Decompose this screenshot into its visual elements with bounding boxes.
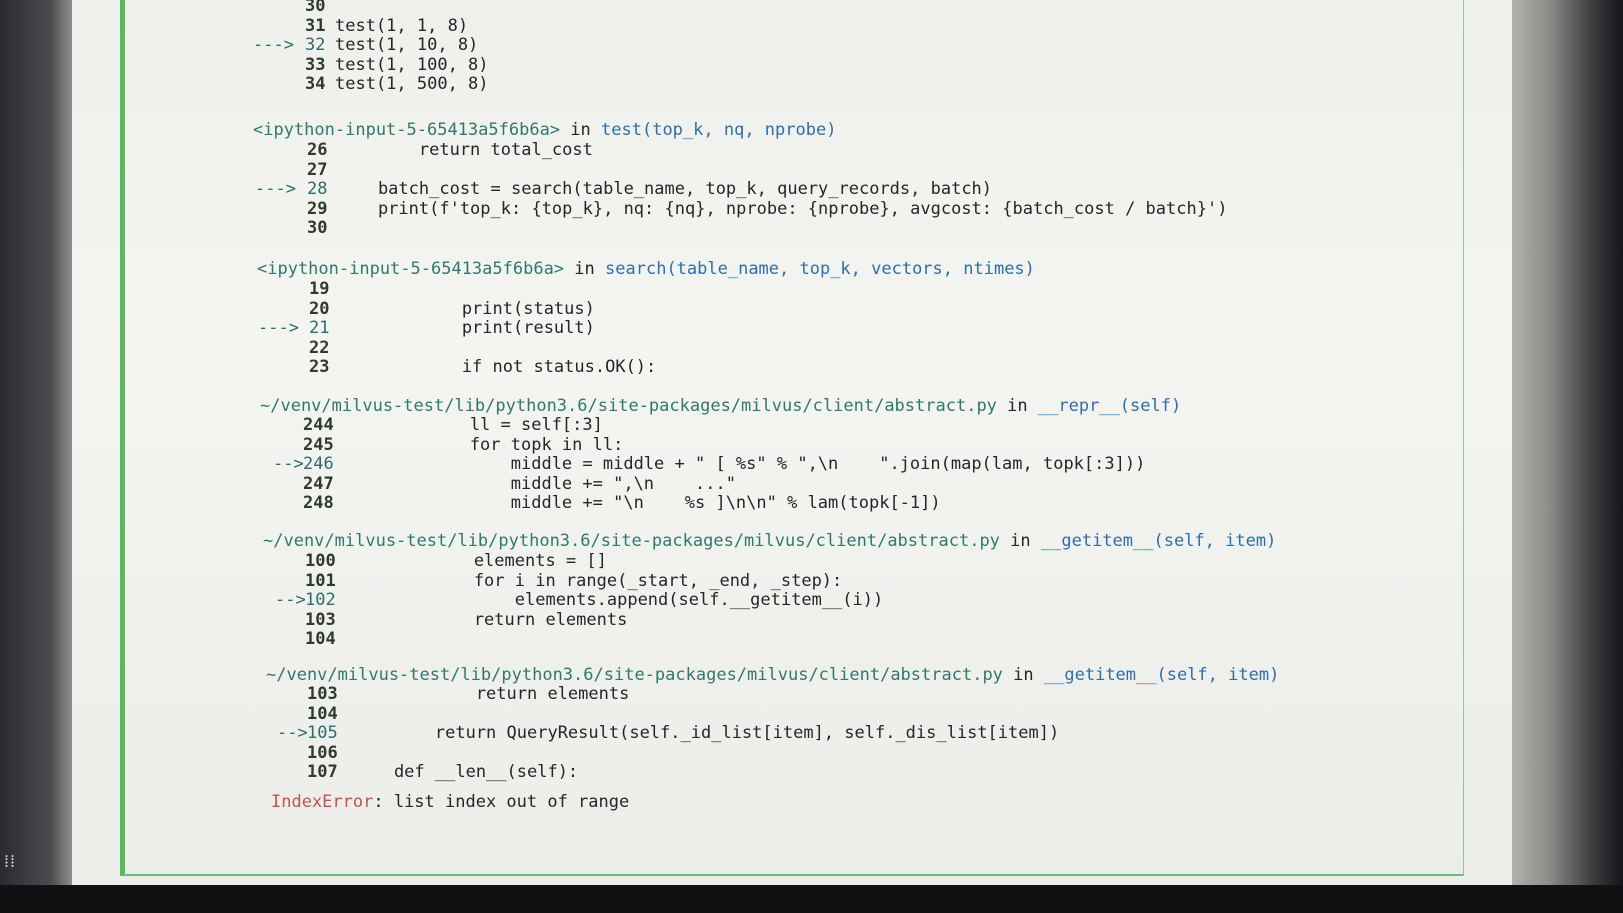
code-line: batch_cost = search(table_name, top_k, q… bbox=[337, 179, 993, 200]
code-line: for topk in ll: bbox=[347, 434, 624, 455]
line-number: 103 bbox=[305, 609, 336, 630]
frame-function: __getitem__(self, item) bbox=[1043, 665, 1280, 685]
line-number: 104 bbox=[305, 629, 336, 650]
current-line-arrow: ---> bbox=[253, 35, 294, 56]
code-line: test(1, 1, 8) bbox=[335, 15, 469, 36]
code-line: test(1, 10, 8) bbox=[335, 35, 479, 56]
current-line-arrow: ---> bbox=[255, 179, 296, 200]
line-number: 100 bbox=[305, 551, 336, 571]
drag-grip-icon[interactable]: ⁞⁞ bbox=[4, 853, 16, 871]
line-number: 31 bbox=[305, 15, 326, 36]
line-number: 32 bbox=[305, 35, 326, 56]
code-line: for i in range(_start, _end, _step): bbox=[351, 570, 843, 591]
current-line-arrow: --> bbox=[275, 590, 306, 611]
frame-in-keyword: in bbox=[574, 259, 595, 279]
frame-file: <ipython-input-5-65413a5f6b6a> bbox=[257, 259, 565, 279]
frame-header: ~/venv/milvus-test/lib/python3.6/site-pa… bbox=[263, 531, 1276, 551]
frame-file: <ipython-input-5-65413a5f6b6a> bbox=[253, 120, 561, 140]
line-number: 101 bbox=[305, 570, 336, 591]
traceback: 30 31 test(1, 1, 8) ---> 32 test(1, 10, 8) 33 t… bbox=[125, 0, 1463, 874]
line-number: 27 bbox=[307, 159, 328, 180]
frame-file: ~/venv/milvus-test/lib/python3.6/site-pa… bbox=[266, 665, 1003, 685]
code-line: ll = self[:3] bbox=[347, 415, 603, 435]
line-number: 106 bbox=[307, 742, 338, 763]
cell-output-area: 30 31 test(1, 1, 8) ---> 32 test(1, 10, 8) 33 t… bbox=[120, 0, 1464, 876]
line-number: 246 bbox=[303, 454, 334, 475]
frame-file: ~/venv/milvus-test/lib/python3.6/site-pa… bbox=[260, 396, 997, 416]
code-line: print(f'top_k: {top_k}, nq: {nq}, nprobe… bbox=[337, 198, 1228, 219]
frame-file: ~/venv/milvus-test/lib/python3.6/site-pa… bbox=[263, 531, 1000, 551]
notebook-page: 30 31 test(1, 1, 8) ---> 32 test(1, 10, 8) 33 t… bbox=[72, 0, 1512, 885]
code-line: def __len__(self): bbox=[353, 762, 579, 783]
code-line: middle = middle + " [ %s" % ",\n ".join(… bbox=[347, 454, 1146, 475]
current-line-arrow: ---> bbox=[258, 318, 299, 339]
code-line: return QueryResult(self._id_list[item], … bbox=[353, 723, 1060, 744]
code-line: elements = [] bbox=[351, 551, 607, 571]
frame-function: __repr__(self) bbox=[1037, 396, 1182, 416]
frame-function: __getitem__(self, item) bbox=[1040, 531, 1277, 551]
code-line: middle += "\n %s ]\n\n" % lam(topk[-1]) bbox=[347, 493, 941, 514]
screen-bottom-bezel bbox=[0, 885, 1623, 913]
frame-header: ~/venv/milvus-test/lib/python3.6/site-pa… bbox=[260, 396, 1181, 416]
code-line: elements.append(self.__getitem__(i)) bbox=[351, 590, 884, 611]
code-line: test(1, 500, 8) bbox=[335, 74, 489, 95]
code-line: return elements bbox=[353, 684, 630, 704]
line-number: 20 bbox=[309, 298, 330, 319]
line-number: 244 bbox=[303, 415, 334, 435]
frame-header: <ipython-input-5-65413a5f6b6a> in test(t… bbox=[253, 120, 836, 140]
frame-function: test(top_k, nq, nprobe) bbox=[601, 120, 837, 140]
line-number: 23 bbox=[309, 357, 330, 378]
line-number: 30 bbox=[307, 218, 328, 239]
line-number: 107 bbox=[307, 762, 338, 783]
frame-function: search(table_name, top_k, vectors, ntime… bbox=[605, 259, 1035, 279]
frame-in-keyword: in bbox=[570, 120, 591, 140]
code-line: return total_cost bbox=[337, 140, 593, 160]
line-number: 26 bbox=[307, 140, 328, 160]
error-message: IndexError: list index out of range bbox=[271, 792, 629, 812]
line-number: 29 bbox=[307, 198, 328, 219]
line-number: 28 bbox=[307, 179, 328, 200]
current-line-arrow: --> bbox=[273, 454, 304, 475]
frame-in-keyword: in bbox=[1010, 531, 1031, 551]
frame-in-keyword: in bbox=[1007, 396, 1028, 416]
frame-header: <ipython-input-5-65413a5f6b6a> in search… bbox=[257, 259, 1035, 279]
frame-header: ~/venv/milvus-test/lib/python3.6/site-pa… bbox=[266, 665, 1279, 685]
code-line: test(1, 100, 8) bbox=[335, 54, 489, 75]
line-number: 30 bbox=[305, 0, 326, 16]
line-number: 104 bbox=[307, 703, 338, 724]
current-line-arrow: --> bbox=[277, 723, 308, 744]
line-number: 22 bbox=[309, 337, 330, 358]
code-line: middle += ",\n ..." bbox=[347, 473, 736, 494]
line-number: 33 bbox=[305, 54, 326, 75]
code-line: print(result) bbox=[339, 318, 595, 339]
line-number: 21 bbox=[309, 318, 330, 339]
line-number: 105 bbox=[307, 723, 338, 744]
line-number: 34 bbox=[305, 74, 326, 95]
code-line: return elements bbox=[351, 609, 628, 630]
frame-in-keyword: in bbox=[1013, 665, 1034, 685]
error-text: : list index out of range bbox=[373, 792, 630, 812]
line-number: 248 bbox=[303, 493, 334, 514]
code-line: if not status.OK(): bbox=[339, 357, 657, 378]
line-number: 102 bbox=[305, 590, 336, 611]
line-number: 103 bbox=[307, 684, 338, 704]
error-type: IndexError bbox=[271, 792, 374, 812]
screen-bezel-left: ⁞⁞ bbox=[0, 0, 72, 885]
line-number: 19 bbox=[309, 279, 330, 299]
line-number: 245 bbox=[303, 434, 334, 455]
adjacent-window bbox=[1500, 0, 1623, 885]
line-number: 247 bbox=[303, 473, 334, 494]
code-line: print(status) bbox=[339, 298, 595, 319]
